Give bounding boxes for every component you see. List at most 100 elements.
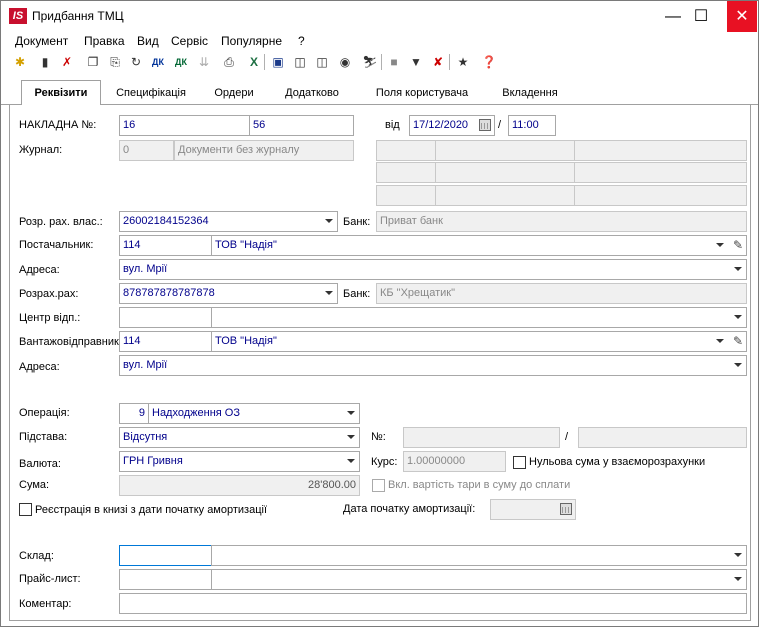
tab-attachments[interactable]: Вкладення xyxy=(491,83,569,105)
users-icon[interactable]: ◉ xyxy=(336,53,354,71)
edit-pencil-icon[interactable]: ✎ xyxy=(733,238,743,252)
delete-icon[interactable]: ▮ xyxy=(36,53,54,71)
operation-name-value: Надходження ОЗ xyxy=(152,407,240,419)
chevron-down-icon[interactable] xyxy=(347,459,355,463)
star-icon[interactable]: ★ xyxy=(454,53,472,71)
shipper-name-field[interactable]: ТОВ "Надія" ✎ xyxy=(211,331,747,352)
chevron-down-icon[interactable] xyxy=(716,243,724,247)
filter-icon[interactable]: ▼ xyxy=(407,53,425,71)
menu-document[interactable]: Документ xyxy=(15,34,68,48)
chevron-down-icon[interactable] xyxy=(734,363,742,367)
tree-icon[interactable]: ⛷ xyxy=(361,53,379,71)
price-list-label: Прайс-лист: xyxy=(19,573,81,585)
tab-orders[interactable]: Ордери xyxy=(199,83,269,105)
chevron-down-icon[interactable] xyxy=(734,553,742,557)
currency-field[interactable]: ГРН Гривня xyxy=(119,451,360,472)
refresh-icon[interactable]: ↻ xyxy=(127,53,145,71)
supplier-address-field[interactable]: вул. Мрії xyxy=(119,259,747,280)
maximize-button[interactable]: ☐ xyxy=(687,1,715,32)
minimize-button[interactable]: — xyxy=(659,1,687,32)
chevron-down-icon[interactable] xyxy=(347,435,355,439)
tab-additional[interactable]: Додатково xyxy=(273,83,351,105)
calendar-icon[interactable] xyxy=(479,119,491,131)
warehouse-label: Склад: xyxy=(19,550,54,562)
warehouse-code-field[interactable] xyxy=(119,545,212,566)
basis-field[interactable]: Відсутня xyxy=(119,427,360,448)
date-field[interactable]: 17/12/2020 xyxy=(409,115,495,136)
invoice-number-field[interactable]: 16 xyxy=(119,115,250,136)
chevron-down-icon[interactable] xyxy=(734,315,742,319)
own-account-field[interactable]: 26002184152364 xyxy=(119,211,338,232)
chevron-down-icon[interactable] xyxy=(347,411,355,415)
save-icon[interactable]: ▣ xyxy=(269,53,287,71)
main-window: IS Придбання ТМЦ — ☐ ✕ Документ Правка В… xyxy=(0,0,759,627)
operation-name-field[interactable]: Надходження ОЗ xyxy=(148,403,360,424)
responsibility-center-code-field[interactable] xyxy=(119,307,212,328)
basis-number-separator: / xyxy=(565,431,569,443)
menu-edit[interactable]: Правка xyxy=(84,34,125,48)
book-icon[interactable]: ◫ xyxy=(291,53,309,71)
copy-icon[interactable]: ❐ xyxy=(84,53,102,71)
toolbar-separator xyxy=(264,54,265,70)
basis-number-field xyxy=(403,427,560,448)
clear-filter-icon[interactable]: ✘ xyxy=(429,53,447,71)
supplier-name-field[interactable]: ТОВ "Надія" ✎ xyxy=(211,235,747,256)
new-icon[interactable]: ✱ xyxy=(11,53,29,71)
supplier-code-field[interactable]: 114 xyxy=(119,235,212,256)
help-icon[interactable]: ❓ xyxy=(480,53,498,71)
disabled-icon: ⇊ xyxy=(198,55,210,69)
dk-debit-icon[interactable]: ДК xyxy=(149,53,167,71)
menu-help[interactable]: ? xyxy=(298,34,305,48)
cut-icon[interactable]: ✗ xyxy=(58,53,76,71)
grid-cell xyxy=(435,140,575,161)
settlement-account-field[interactable]: 878787878787878 xyxy=(119,283,338,304)
time-field[interactable]: 11:00 xyxy=(508,115,556,136)
grid-cell xyxy=(574,185,747,206)
date-value: 17/12/2020 xyxy=(413,119,469,131)
amortization-date-label: Дата початку амортизації: xyxy=(343,503,476,515)
chevron-down-icon[interactable] xyxy=(325,219,333,223)
chevron-down-icon[interactable] xyxy=(716,339,724,343)
invoice-number2-field[interactable]: 56 xyxy=(249,115,354,136)
dk-credit-icon[interactable]: ДК xyxy=(172,53,190,71)
calendar-icon xyxy=(560,503,572,515)
registration-label: Реєстрація в книзі з дати початку аморти… xyxy=(35,504,268,516)
grid-cell xyxy=(574,140,747,161)
tab-user-fields[interactable]: Поля користувача xyxy=(358,83,486,105)
shipper-code-field[interactable]: 114 xyxy=(119,331,212,352)
tare-checkbox xyxy=(372,479,385,492)
menu-service[interactable]: Сервіс xyxy=(171,34,208,48)
journal-name-field: Документи без журналу xyxy=(174,140,354,161)
tab-requisites[interactable]: Реквізити xyxy=(21,80,101,106)
tare-label: Вкл. вартість тари в суму до сплати xyxy=(388,479,571,491)
edit-pencil-icon[interactable]: ✎ xyxy=(733,334,743,348)
own-account-value: 26002184152364 xyxy=(123,215,209,227)
warehouse-name-field[interactable] xyxy=(211,545,747,566)
excel-icon[interactable]: X xyxy=(245,53,263,71)
paste-icon[interactable]: ⎘ xyxy=(106,53,124,71)
grid-cell xyxy=(435,185,575,206)
registration-checkbox[interactable] xyxy=(19,503,32,516)
chevron-down-icon[interactable] xyxy=(325,291,333,295)
bank-label: Банк: xyxy=(343,288,371,300)
menu-popular[interactable]: Популярне xyxy=(221,34,282,48)
supplier-name-value: ТОВ "Надія" xyxy=(215,239,277,251)
comment-field[interactable] xyxy=(119,593,747,614)
chevron-down-icon[interactable] xyxy=(734,267,742,271)
chevron-down-icon[interactable] xyxy=(734,577,742,581)
tab-specification[interactable]: Специфікація xyxy=(107,83,195,105)
shipper-address-field[interactable]: вул. Мрії xyxy=(119,355,747,376)
app-logo-icon: IS xyxy=(9,8,27,24)
print-icon[interactable]: ⎙ xyxy=(220,53,238,71)
responsibility-center-name-field[interactable] xyxy=(211,307,747,328)
zero-sum-checkbox[interactable] xyxy=(513,456,526,469)
price-list-code-field[interactable] xyxy=(119,569,212,590)
price-list-name-field[interactable] xyxy=(211,569,747,590)
book-open-icon[interactable]: ◫ xyxy=(313,53,331,71)
rate-field: 1.00000000 xyxy=(403,451,506,472)
stop-icon[interactable]: ■ xyxy=(385,53,403,71)
grid-cell xyxy=(574,162,747,183)
operation-code-field[interactable]: 9 xyxy=(119,403,149,424)
close-button[interactable]: ✕ xyxy=(727,1,757,32)
menu-view[interactable]: Вид xyxy=(137,34,159,48)
